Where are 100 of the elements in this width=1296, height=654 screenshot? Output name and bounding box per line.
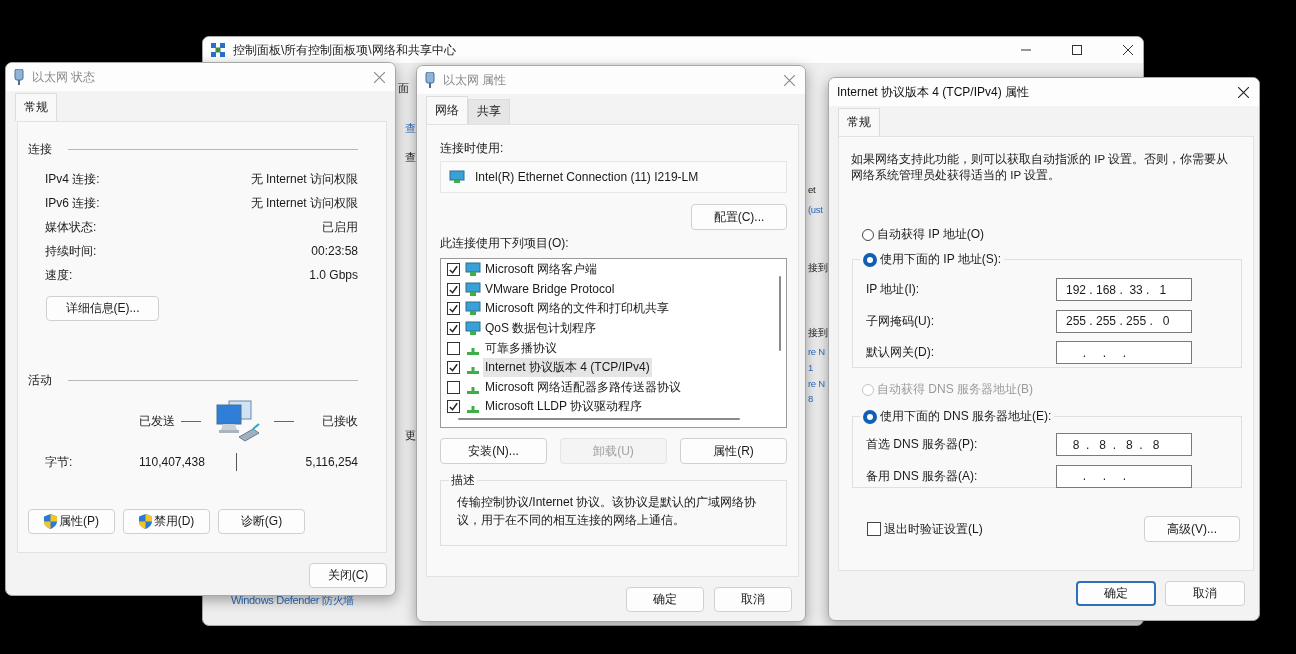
monitor-icon: [465, 262, 481, 278]
list-item[interactable]: Microsoft 网络的文件和打印机共享: [483, 299, 671, 319]
field-label: IP 地址(I):: [866, 281, 920, 299]
tab[interactable]: 常规: [838, 108, 880, 136]
link-text[interactable]: 查: [405, 121, 416, 136]
maximize-icon[interactable]: [1072, 45, 1082, 55]
checkbox[interactable]: [447, 361, 460, 375]
field-label: 默认网关(D):: [866, 344, 934, 362]
address-field[interactable]: . . .: [1056, 341, 1192, 365]
sent-label: 已发送: [139, 412, 175, 430]
field-label: 备用 DNS 服务器(A):: [866, 467, 978, 485]
received-label: 已接收: [322, 412, 358, 430]
plug-icon: [425, 72, 435, 88]
checkbox-label: 退出时验证设置(L): [884, 520, 983, 538]
checkbox[interactable]: [447, 263, 460, 277]
tab[interactable]: 共享: [468, 99, 510, 124]
section-heading: 连接: [28, 141, 52, 158]
ok-button[interactable]: 确定: [626, 587, 704, 612]
sent-bytes: 110,407,438: [139, 455, 206, 469]
link-text[interactable]: re N: [808, 378, 825, 389]
option-label: 自动获得 IP 地址(O): [877, 226, 985, 243]
link-text[interactable]: 1: [808, 362, 813, 373]
cancel-button[interactable]: 取消: [1165, 581, 1245, 606]
configure-button[interactable]: 配置(C)...: [691, 204, 787, 230]
field-label: IPv6 连接:: [45, 195, 100, 212]
link-text[interactable]: (ust: [808, 204, 823, 215]
adapter-field: Intel(R) Ethernet Connection (11) I219-LM: [440, 161, 787, 193]
address-field[interactable]: 255 . 255 . 255 . 0: [1056, 309, 1192, 333]
advanced-button[interactable]: 高级(V)...: [1144, 516, 1240, 542]
list-item[interactable]: VMware Bridge Protocol: [483, 281, 617, 298]
tab[interactable]: 网络: [426, 96, 468, 124]
link-text[interactable]: 8: [808, 393, 813, 404]
radio-button[interactable]: [863, 409, 877, 424]
field-label: 速度:: [45, 267, 74, 284]
link-text[interactable]: re N: [808, 346, 825, 357]
field-value: 已启用: [321, 219, 358, 236]
radio-button[interactable]: [863, 252, 877, 267]
list-item[interactable]: Microsoft 网络适配器多路传送器协议: [483, 377, 683, 397]
properties-button[interactable]: 属性(R): [680, 438, 787, 464]
connector-icon: [467, 386, 479, 394]
list-item[interactable]: Microsoft 网络客户端: [483, 260, 599, 280]
text-fragment: 接到: [808, 327, 828, 340]
checkbox[interactable]: [867, 522, 881, 536]
connector-icon: [467, 406, 479, 414]
monitor-icon: [449, 170, 465, 184]
checkbox[interactable]: [447, 302, 460, 316]
properties-button[interactable]: 属性(P): [28, 509, 115, 534]
field-value: 00:23:58: [310, 243, 358, 260]
vertical-scrollbar[interactable]: [779, 276, 781, 351]
close-icon[interactable]: [1238, 86, 1249, 98]
close-button[interactable]: 关闭(C): [309, 563, 387, 588]
received-bytes: 5,116,254: [305, 455, 358, 469]
list-item[interactable]: Internet 协议版本 4 (TCP/IPv4): [483, 358, 652, 378]
list-item[interactable]: QoS 数据包计划程序: [483, 319, 599, 339]
intro-text: 如果网络支持此功能，则可以获取自动指派的 IP 设置。否则，你需要从网络系统管理员处获得适当的 IP 设置。: [851, 152, 1230, 183]
window-title: 以太网 状态: [32, 68, 96, 86]
monitor-icon: [465, 281, 481, 297]
tab[interactable]: 常规: [15, 93, 57, 121]
field-label: 持续时间:: [45, 243, 98, 260]
field-label: 连接时使用:: [440, 141, 505, 155]
list-item[interactable]: 可靠多播协议: [483, 338, 559, 358]
checkbox[interactable]: [447, 380, 460, 394]
text-fragment: et: [808, 184, 816, 195]
diagnose-button[interactable]: 诊断(G): [218, 509, 305, 534]
field-label: 媒体状态:: [45, 219, 98, 236]
install-button[interactable]: 安装(N)...: [440, 438, 547, 464]
address-field[interactable]: 192 . 168 . 33 . 1: [1056, 278, 1192, 302]
bytes-label: 字节:: [45, 453, 74, 471]
disable-button[interactable]: 禁用(D): [123, 509, 210, 534]
list-item[interactable]: Microsoft LLDP 协议驱动程序: [483, 397, 645, 417]
horizontal-scrollbar[interactable]: [458, 418, 740, 420]
field-value: 1.0 Gbps: [308, 267, 358, 284]
address-field[interactable]: . . .: [1056, 464, 1192, 488]
ok-button[interactable]: 确定: [1076, 581, 1156, 606]
close-icon[interactable]: [1123, 45, 1133, 55]
field-label: IPv4 连接:: [45, 171, 100, 188]
radio-button[interactable]: [862, 228, 874, 241]
plug-icon: [14, 69, 24, 85]
window-title: 以太网 属性: [443, 71, 507, 89]
text-fragment: 接到: [808, 262, 828, 275]
checkbox[interactable]: [447, 282, 460, 296]
monitor-icon: [465, 301, 481, 317]
cancel-button[interactable]: 取消: [714, 587, 792, 612]
checkbox[interactable]: [447, 400, 460, 414]
section-heading: 活动: [28, 372, 52, 389]
checkbox[interactable]: [447, 322, 460, 336]
description-text: 传输控制协议/Internet 协议。该协议是默认的广域网络协议，用于在不同的相互连接的网络上通信。: [457, 494, 758, 529]
connector-icon: [467, 367, 479, 375]
text-fragment: 面: [398, 81, 409, 96]
field-value: 无 Internet 访问权限: [249, 195, 358, 212]
field-value: 无 Internet 访问权限: [249, 171, 358, 188]
text-fragment: 更: [405, 428, 416, 443]
monitor-icon: [465, 321, 481, 337]
option-label: 使用下面的 IP 地址(S):: [880, 251, 1002, 268]
details-button[interactable]: 详细信息(E)...: [46, 296, 159, 321]
checkbox[interactable]: [447, 341, 460, 355]
address-field[interactable]: 8 . 8 . 8 . 8: [1056, 433, 1192, 457]
computers-icon: [215, 399, 261, 443]
option-label: 自动获得 DNS 服务器地址(B): [877, 381, 1033, 398]
window-title: Internet 协议版本 4 (TCP/IPv4) 属性: [837, 83, 1030, 101]
